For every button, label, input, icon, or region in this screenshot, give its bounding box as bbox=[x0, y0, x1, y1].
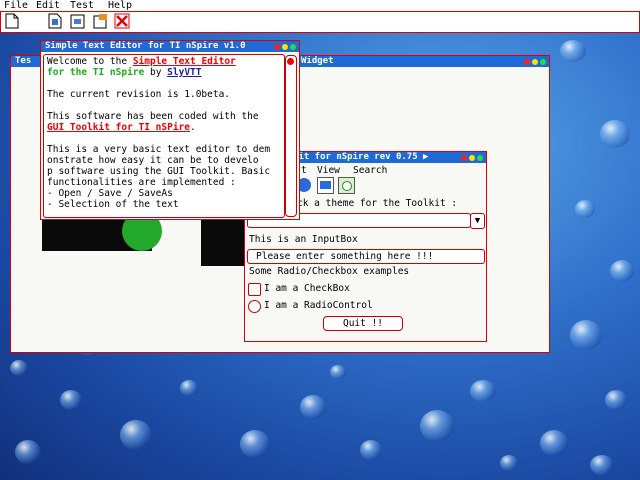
description-line-2: onstrate how easy it can be to develo bbox=[47, 155, 259, 166]
minimize-dot-icon[interactable] bbox=[469, 155, 475, 161]
menu-test[interactable]: Test bbox=[70, 0, 94, 11]
maximize-dot-icon[interactable] bbox=[477, 155, 483, 161]
editor-scrollbar[interactable] bbox=[285, 55, 297, 217]
toolkit-menu-search[interactable]: Search bbox=[353, 165, 387, 176]
feature-selection: - Selection of the text bbox=[47, 199, 179, 210]
feature-open-save: - Open / Save / SaveAs bbox=[47, 188, 173, 199]
maximize-dot-icon[interactable] bbox=[290, 44, 296, 50]
new-file-icon[interactable] bbox=[4, 13, 20, 30]
revision-text: The current revision is 1.0beta. bbox=[47, 89, 231, 100]
clock-icon[interactable] bbox=[338, 177, 355, 194]
window-controls bbox=[522, 58, 546, 65]
text-input-value: Please enter something here !!! bbox=[256, 251, 434, 262]
maximize-dot-icon[interactable] bbox=[540, 59, 546, 65]
welcome-text: Welcome to the bbox=[47, 56, 128, 67]
radio-checkbox-label: Some Radio/Checkbox examples bbox=[249, 266, 410, 277]
toolbar bbox=[0, 11, 640, 33]
editor-text-area[interactable]: Welcome to the Simple Text Editor for th… bbox=[43, 54, 285, 218]
quit-button[interactable]: Quit !! bbox=[323, 316, 403, 331]
open-file-icon[interactable] bbox=[48, 13, 64, 30]
toolkit-window-controls bbox=[459, 154, 483, 161]
coded-with-text: This software has been coded with the bbox=[47, 111, 259, 122]
app-name-text: Simple Text Editor bbox=[132, 56, 236, 67]
menu-file[interactable]: File bbox=[4, 0, 28, 11]
toolkit-menu-edit[interactable]: t bbox=[301, 165, 307, 176]
minimize-dot-icon[interactable] bbox=[282, 44, 288, 50]
window-title-right: Widget bbox=[301, 56, 334, 66]
window-title-left: Tes bbox=[15, 56, 32, 66]
editor-window-controls bbox=[272, 43, 296, 50]
save-file-icon[interactable] bbox=[70, 13, 86, 30]
menu-edit[interactable]: Edit bbox=[36, 0, 60, 11]
author-link[interactable]: SlyVTT bbox=[167, 67, 201, 78]
scrollbar-thumb[interactable] bbox=[287, 58, 294, 65]
description-line-3: p software using the GUI Toolkit. Basic bbox=[47, 166, 271, 177]
save-as-icon[interactable] bbox=[93, 13, 109, 30]
menu-bar: File Edit Test Help bbox=[0, 0, 640, 11]
close-dot-icon[interactable] bbox=[274, 44, 280, 50]
description-line-4: functionalities are implemented : bbox=[47, 177, 236, 188]
period-text: . bbox=[190, 122, 196, 133]
minimize-dot-icon[interactable] bbox=[532, 59, 538, 65]
close-dot-icon[interactable] bbox=[461, 155, 467, 161]
text-editor-window[interactable]: Simple Text Editor for TI nSpire v1.0 We… bbox=[40, 40, 300, 220]
text-input[interactable]: Please enter something here !!! bbox=[247, 249, 485, 264]
inputbox-label: This is an InputBox bbox=[249, 234, 358, 245]
radio-control-label: I am a RadioControl bbox=[264, 300, 373, 311]
by-text: by bbox=[149, 67, 162, 78]
platform-text: for the TI nSpire bbox=[47, 67, 145, 78]
editor-title: Simple Text Editor for TI nSpire v1.0 bbox=[45, 41, 246, 51]
checkbox[interactable] bbox=[248, 283, 261, 296]
menu-help[interactable]: Help bbox=[108, 0, 132, 11]
toolkit-menu-view[interactable]: View bbox=[317, 165, 340, 176]
theme-label: ck a theme for the Toolkit : bbox=[297, 198, 458, 209]
radio-control[interactable] bbox=[248, 300, 261, 313]
toolkit-link[interactable]: GUI Toolkit for TI nSPire bbox=[47, 122, 190, 133]
chevron-down-icon[interactable]: ▼ bbox=[470, 213, 485, 229]
editor-titlebar[interactable]: Simple Text Editor for TI nSpire v1.0 bbox=[41, 41, 299, 52]
toolkit-title: kit for nSpire rev 0.75 bbox=[293, 152, 418, 162]
description-line-1: This is a very basic text editor to dem bbox=[47, 144, 271, 155]
close-dot-icon[interactable] bbox=[524, 59, 530, 65]
image-preview-left bbox=[42, 211, 162, 251]
close-icon[interactable] bbox=[114, 13, 130, 30]
checkbox-label: I am a CheckBox bbox=[264, 283, 350, 294]
save-disk-icon[interactable] bbox=[317, 177, 334, 194]
